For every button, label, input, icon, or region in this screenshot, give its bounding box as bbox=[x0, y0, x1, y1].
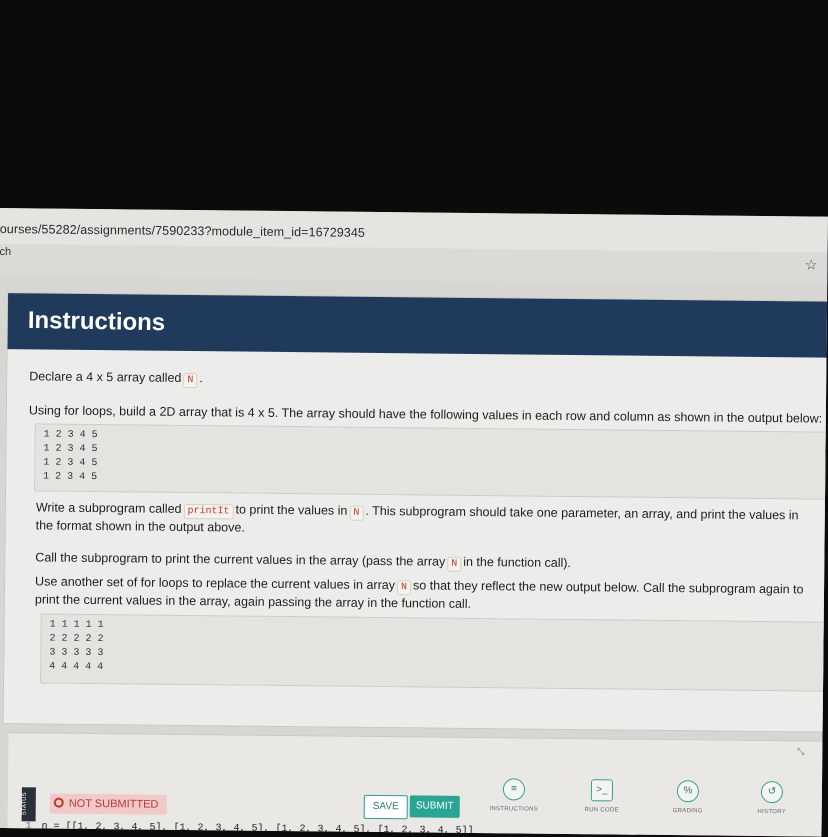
tool-label: RUN CODE bbox=[584, 807, 619, 814]
status-badge-label: NOT SUBMITTED bbox=[68, 797, 159, 811]
bookmark-item[interactable]: ch bbox=[0, 246, 11, 258]
instruction-text: in the function call). bbox=[463, 554, 572, 570]
output-example-2: 1 1 1 1 1 2 2 2 2 2 3 3 3 3 3 4 4 4 4 4 bbox=[40, 613, 828, 692]
instruction-text: Declare a 4 x 5 array called bbox=[29, 369, 182, 385]
instruction-text: Write a subprogram called bbox=[35, 500, 182, 516]
instruction-call: Call the subprogram to print the current… bbox=[35, 549, 815, 575]
grading-icon: % bbox=[676, 780, 700, 803]
tool-label: INSTRUCTIONS bbox=[489, 806, 539, 813]
browser-window: ourses/55282/assignments/7590233?module_… bbox=[0, 208, 828, 837]
line-number: 1 bbox=[25, 821, 32, 833]
run-code-tool-button[interactable]: >_ RUN CODE bbox=[562, 779, 642, 814]
code-text[interactable]: n = [[1, 2, 3, 4, 5], [1, 2, 3, 4, 5], [… bbox=[41, 821, 473, 836]
code-editor-line[interactable]: 1 n = [[1, 2, 3, 4, 5], [1, 2, 3, 4, 5], … bbox=[25, 821, 473, 836]
code-chip: N bbox=[447, 556, 462, 572]
tool-label: GRADING bbox=[672, 808, 703, 815]
instruction-replace: Use another set of for loops to replace … bbox=[35, 573, 815, 616]
history-tool-button[interactable]: ↺ HISTORY bbox=[732, 781, 812, 816]
grading-tool-button[interactable]: % GRADING bbox=[648, 780, 728, 815]
save-button[interactable]: SAVE bbox=[363, 794, 408, 820]
code-chip: N bbox=[349, 505, 364, 521]
status-tab[interactable]: STATUS bbox=[21, 787, 36, 822]
code-chip: N bbox=[396, 580, 412, 596]
instructions-icon: ≡ bbox=[502, 778, 526, 801]
instructions-header: Instructions bbox=[7, 293, 828, 358]
instruction-text: to print the values in bbox=[235, 502, 348, 518]
instruction-subprogram: Write a subprogram called printIt to print… bbox=[36, 499, 816, 542]
tool-label: HISTORY bbox=[757, 808, 787, 816]
status-dot-icon bbox=[53, 797, 64, 808]
submit-button[interactable]: SUBMIT bbox=[409, 795, 460, 818]
code-chip: N bbox=[183, 372, 198, 389]
page-title: Instructions bbox=[27, 306, 166, 337]
code-chip: printIt bbox=[183, 503, 234, 520]
instruction-text: . bbox=[199, 371, 203, 386]
expand-icon[interactable]: ⤡ bbox=[797, 746, 804, 756]
ide-toolbar: ⤡ STATUS NOT SUBMITTED SAVE SUBMIT ≡ INS… bbox=[7, 732, 828, 837]
url-text[interactable]: ourses/55282/assignments/7590233?module_… bbox=[0, 222, 365, 240]
instructions-panel: Instructions Declare a 4 x 5 array calle… bbox=[2, 292, 828, 733]
instruction-text: Use another set of for loops to replace … bbox=[35, 574, 396, 593]
instruction-build: Using for loops, build a 2D array that i… bbox=[28, 403, 823, 426]
instructions-content: Declare a 4 x 5 array called N. Using for… bbox=[29, 365, 828, 692]
instruction-text: Call the subprogram to print the current… bbox=[35, 550, 446, 569]
output-example-1: 1 2 3 4 5 1 2 3 4 5 1 2 3 4 5 1 2 3 4 5 bbox=[34, 423, 828, 500]
instructions-tool-button[interactable]: ≡ INSTRUCTIONS bbox=[474, 778, 554, 813]
instruction-declare: Declare a 4 x 5 array called N. bbox=[29, 369, 203, 389]
status-badge: NOT SUBMITTED bbox=[49, 793, 167, 815]
terminal-icon: >_ bbox=[590, 779, 614, 802]
star-icon[interactable]: ☆ bbox=[805, 256, 818, 273]
history-icon: ↺ bbox=[760, 781, 784, 804]
